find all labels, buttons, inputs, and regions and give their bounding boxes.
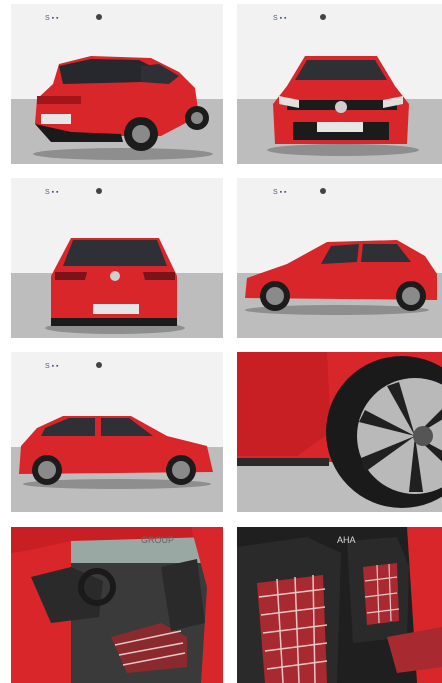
photo-front[interactable]: S ▪ ▪ — [237, 4, 442, 164]
photo-rear[interactable]: S ▪ ▪ — [11, 178, 223, 338]
photo-rear-three-quarter[interactable]: S ▪ ▪ — [11, 4, 223, 164]
svg-text:S ▪ ▪: S ▪ ▪ — [45, 189, 59, 196]
photo-seats-detail[interactable]: AHA — [237, 527, 442, 683]
watermark-text: AHA — [337, 535, 356, 545]
wheel-hub-icon — [413, 426, 433, 446]
photo-side-right[interactable]: S ▪ ▪ — [11, 352, 223, 512]
svg-text:S ▪ ▪: S ▪ ▪ — [273, 15, 287, 22]
photo-wheel-detail[interactable] — [237, 352, 442, 512]
photo-interior-front[interactable]: GROUP — [11, 527, 223, 683]
svg-text:S ▪ ▪: S ▪ ▪ — [45, 15, 59, 22]
watermark-text: GROUP — [141, 535, 174, 545]
svg-text:S ▪ ▪: S ▪ ▪ — [273, 189, 287, 196]
svg-text:S ▪ ▪: S ▪ ▪ — [45, 363, 59, 370]
photo-side-left[interactable]: S ▪ ▪ — [237, 178, 442, 338]
